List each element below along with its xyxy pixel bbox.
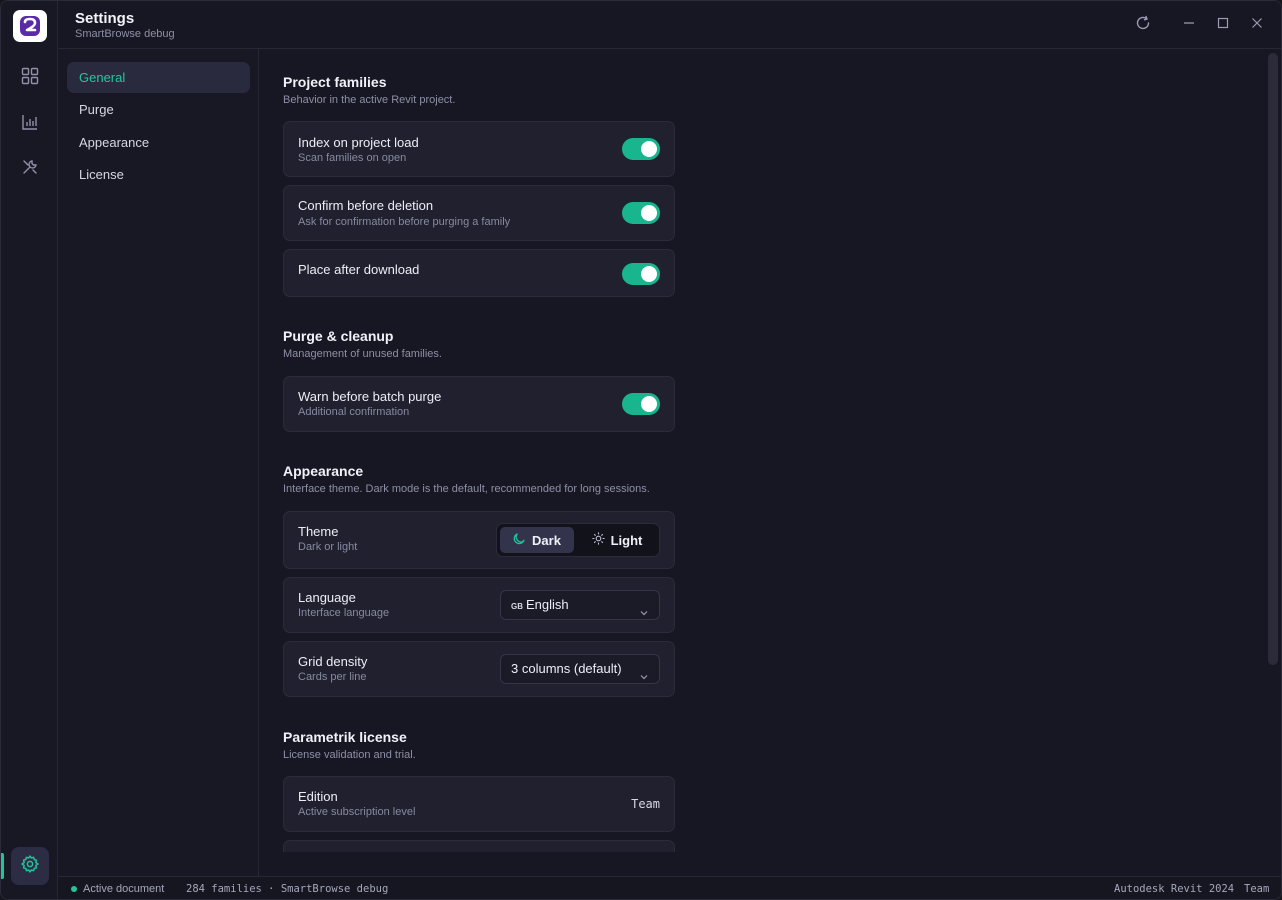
- chevron-down-icon: [639, 600, 649, 628]
- scrollbar-thumb[interactable]: [1268, 53, 1278, 665]
- section-subtitle-project: Behavior in the active Revit project.: [283, 94, 456, 106]
- chart-icon: [21, 113, 39, 136]
- toggle-knob: [641, 205, 657, 221]
- setting-title: Warn before batch purge: [298, 389, 442, 404]
- setting-row-edition: Edition Active subscription level Team: [283, 776, 675, 832]
- moon-icon: [513, 532, 526, 548]
- setting-subtitle: Ask for confirmation before purging a fa…: [298, 216, 511, 228]
- setting-subtitle: Dark or light: [298, 541, 358, 553]
- language-select[interactable]: GB English: [500, 590, 660, 620]
- index-on-load-toggle[interactable]: [622, 138, 660, 160]
- gear-icon: [20, 854, 40, 879]
- stats-nav-button[interactable]: [11, 105, 49, 143]
- setting-row-warn-batch-purge: Warn before batch purge Additional confi…: [283, 376, 675, 432]
- setting-subtitle: Scan families on open: [298, 152, 407, 164]
- grid-icon: [21, 67, 39, 90]
- window-subtitle: SmartBrowse debug: [75, 28, 175, 40]
- section-title-license: Parametrik license: [283, 729, 407, 745]
- host-app: Autodesk Revit 2024: [1114, 883, 1235, 895]
- minimize-icon: [1183, 16, 1195, 34]
- toggle-knob: [641, 141, 657, 157]
- setting-subtitle: Cards per line: [298, 671, 367, 683]
- settings-window: Settings SmartBrowse debug General Purge…: [0, 0, 1282, 900]
- grid-density-value: 3 columns (default): [511, 661, 622, 676]
- active-rail-indicator: [1, 853, 4, 879]
- theme-option-light[interactable]: Light: [578, 527, 656, 553]
- nav-item-license[interactable]: License: [67, 159, 250, 190]
- nav-item-general[interactable]: General: [67, 62, 250, 93]
- families-count: 284 families · SmartBrowse debug: [186, 883, 389, 895]
- maximize-icon: [1217, 16, 1229, 34]
- active-document-label: Active document: [83, 883, 165, 895]
- setting-title: Theme: [298, 524, 339, 539]
- setting-subtitle: Additional confirmation: [298, 406, 410, 418]
- section-subtitle-license: License validation and trial.: [283, 749, 416, 761]
- setting-subtitle: Interface language: [298, 607, 390, 619]
- confirm-deletion-toggle[interactable]: [622, 202, 660, 224]
- toggle-knob: [641, 396, 657, 412]
- setting-row-next: [283, 840, 675, 852]
- settings-content: Project families Behavior in the active …: [259, 49, 1264, 852]
- plan-label: Team: [1244, 883, 1270, 895]
- toggle-knob: [641, 266, 657, 282]
- nav-item-appearance[interactable]: Appearance: [67, 127, 250, 158]
- settings-nav-button[interactable]: [11, 847, 49, 885]
- settings-nav: General Purge Appearance License: [58, 49, 259, 876]
- setting-title: Confirm before deletion: [298, 198, 434, 213]
- setting-row-index-on-load: Index on project load Scan families on o…: [283, 121, 675, 177]
- setting-title: Grid density: [298, 654, 368, 669]
- theme-option-label: Dark: [532, 532, 561, 548]
- setting-title: Index on project load: [298, 135, 419, 150]
- status-dot: [71, 886, 77, 892]
- setting-row-place-after-download: Place after download: [283, 249, 675, 297]
- language-value: English: [526, 597, 569, 612]
- section-title-appearance: Appearance: [283, 463, 364, 479]
- chevron-down-icon: [639, 664, 649, 692]
- close-icon: [1251, 16, 1263, 34]
- window-title: Settings: [75, 10, 135, 27]
- minimize-button[interactable]: [1177, 13, 1201, 37]
- theme-segmented-control: Dark Light: [496, 523, 660, 557]
- setting-row-confirm-deletion: Confirm before deletion Ask for confirma…: [283, 185, 675, 241]
- setting-row-grid-density: Grid density Cards per line 3 columns (d…: [283, 641, 675, 697]
- section-title-project: Project families: [283, 74, 387, 90]
- browse-nav-button[interactable]: [11, 59, 49, 97]
- sun-icon: [591, 532, 605, 548]
- setting-row-language: Language Interface language GB English: [283, 577, 675, 633]
- close-button[interactable]: [1245, 13, 1269, 37]
- tools-icon: [21, 158, 39, 181]
- warn-batch-purge-toggle[interactable]: [622, 393, 660, 415]
- app-rail: [1, 1, 58, 899]
- theme-option-label: Light: [610, 532, 643, 548]
- section-subtitle-appearance: Interface theme. Dark mode is the defaul…: [283, 483, 650, 495]
- setting-title: Language: [298, 590, 356, 605]
- setting-row-theme: Theme Dark or light Dark Light: [283, 511, 675, 569]
- status-bar: Active document 284 families · SmartBrow…: [58, 876, 1281, 899]
- tools-nav-button[interactable]: [11, 150, 49, 188]
- content-scrollbar[interactable]: [1264, 49, 1281, 876]
- section-subtitle-purge: Management of unused families.: [283, 348, 442, 360]
- grid-density-select[interactable]: 3 columns (default): [500, 654, 660, 684]
- section-title-purge: Purge & cleanup: [283, 328, 394, 344]
- nav-item-purge[interactable]: Purge: [67, 94, 250, 125]
- app-logo[interactable]: [13, 10, 47, 42]
- refresh-button[interactable]: [1131, 13, 1155, 37]
- setting-subtitle: Active subscription level: [298, 806, 416, 818]
- refresh-icon: [1135, 15, 1151, 36]
- theme-option-dark[interactable]: Dark: [500, 527, 574, 553]
- place-after-download-toggle[interactable]: [622, 263, 660, 285]
- title-bar: Settings SmartBrowse debug: [58, 1, 1281, 49]
- setting-title: Edition: [298, 789, 338, 804]
- setting-title: Place after download: [298, 262, 420, 277]
- edition-value: Team: [631, 797, 660, 811]
- maximize-button[interactable]: [1211, 13, 1235, 37]
- flag-icon: GB: [511, 602, 523, 611]
